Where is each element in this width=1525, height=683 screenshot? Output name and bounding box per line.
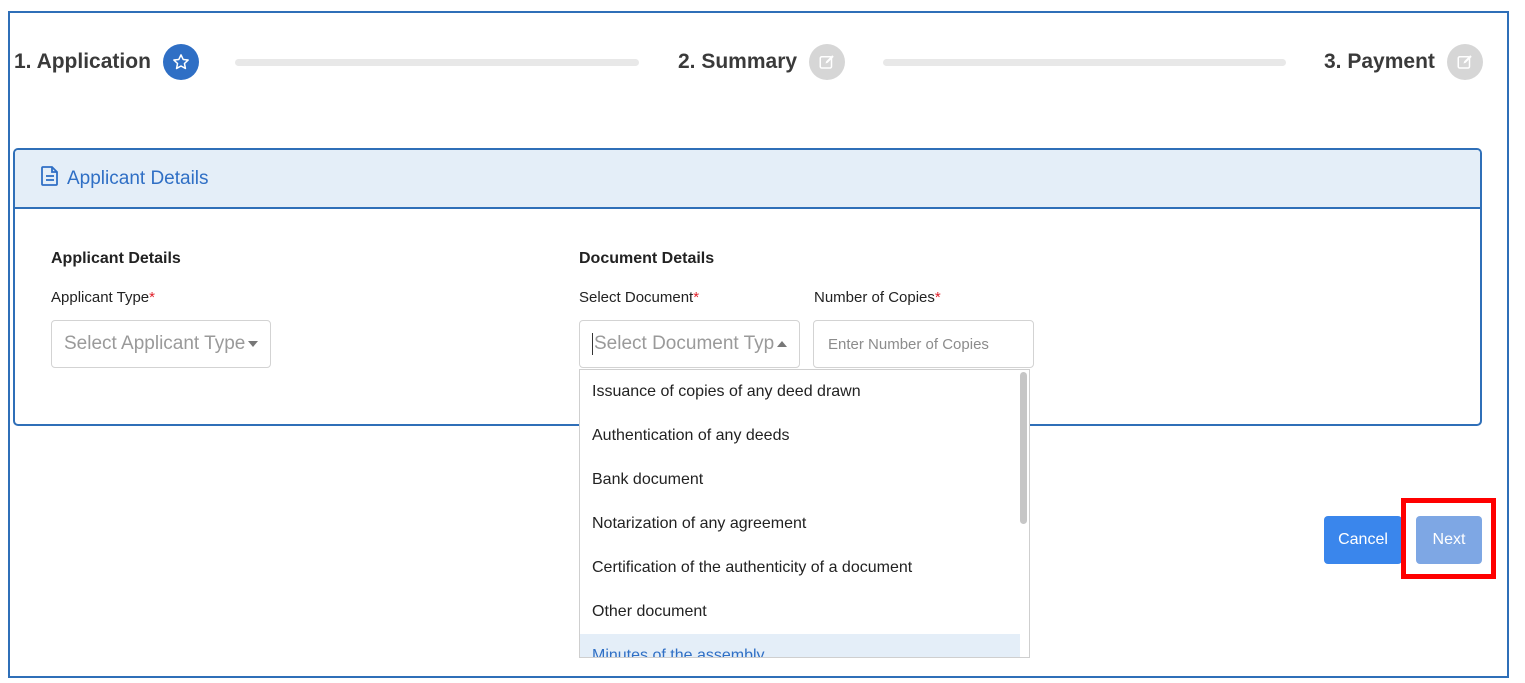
dropdown-option[interactable]: Bank document — [580, 458, 1020, 502]
card-header-title: Applicant Details — [67, 167, 209, 189]
star-icon — [162, 44, 199, 80]
step-label: 2. Summary — [678, 50, 798, 73]
document-type-dropdown[interactable]: Issuance of copies of any deed drawn Aut… — [579, 369, 1030, 658]
step-connector — [883, 59, 1286, 66]
step-payment[interactable]: 3. Payment — [1324, 44, 1483, 80]
required-mark: * — [693, 289, 700, 306]
step-label: 1. Application — [14, 50, 151, 73]
label-text: Select Document — [579, 289, 694, 306]
dropdown-option-highlighted[interactable]: Minutes of the assembly — [580, 634, 1020, 657]
select-document-label: Select Document* — [579, 289, 699, 306]
edit-icon — [1446, 44, 1483, 80]
applicant-type-label: Applicant Type* — [51, 289, 155, 306]
applicant-type-select[interactable]: Select Applicant Type — [51, 320, 271, 368]
step-connector — [235, 59, 639, 66]
step-summary[interactable]: 2. Summary — [678, 44, 846, 80]
dropdown-option[interactable]: Other document — [580, 590, 1020, 634]
caret-up-icon — [777, 341, 787, 347]
label-text: Number of Copies — [814, 289, 935, 306]
copies-label: Number of Copies* — [814, 289, 941, 306]
select-placeholder: Select Applicant Type — [64, 333, 246, 354]
cancel-button[interactable]: Cancel — [1324, 516, 1402, 564]
step-label: 3. Payment — [1324, 50, 1435, 73]
card-header: Applicant Details — [15, 150, 1480, 209]
number-of-copies-input[interactable] — [813, 320, 1034, 368]
document-icon — [41, 166, 59, 191]
step-application[interactable]: 1. Application — [14, 44, 199, 80]
dropdown-option[interactable]: Authentication of any deeds — [580, 414, 1020, 458]
dropdown-scrollbar[interactable] — [1020, 372, 1027, 524]
dropdown-option[interactable]: Certification of the authenticity of a d… — [580, 546, 1020, 590]
edit-icon — [809, 44, 846, 80]
label-text: Applicant Type — [51, 289, 150, 306]
document-type-select[interactable]: Select Document Type — [579, 320, 800, 368]
text-cursor — [592, 333, 593, 355]
required-mark: * — [934, 289, 941, 306]
dropdown-option[interactable]: Issuance of copies of any deed drawn — [580, 370, 1020, 414]
select-placeholder: Select Document Type — [594, 333, 774, 354]
caret-down-icon — [248, 341, 258, 347]
applicant-section-title: Applicant Details — [51, 250, 181, 267]
next-button[interactable]: Next — [1416, 516, 1482, 564]
required-mark: * — [149, 289, 155, 306]
dropdown-option[interactable]: Notarization of any agreement — [580, 502, 1020, 546]
document-section-title: Document Details — [579, 250, 715, 267]
